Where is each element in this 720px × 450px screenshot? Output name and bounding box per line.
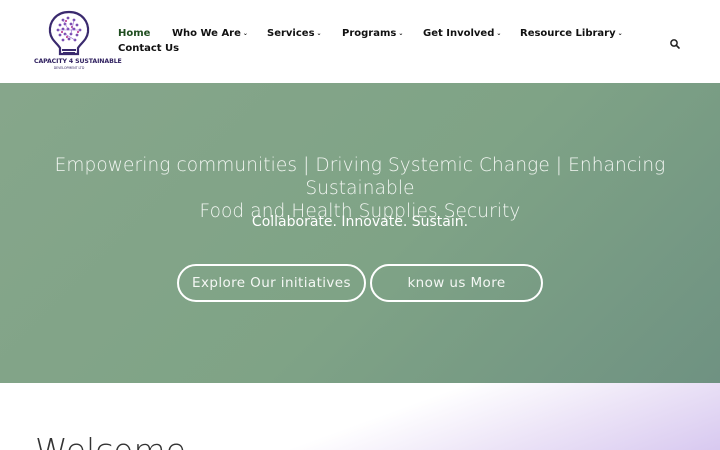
know-us-more-button[interactable]: know us More <box>370 264 543 302</box>
explore-initiatives-label: Explore Our initiatives <box>192 275 351 291</box>
search-icon <box>670 39 680 49</box>
nav-home-label: Home <box>118 28 151 39</box>
nav-contact-us-label: Contact Us <box>118 43 180 54</box>
nav-services-label: Services <box>267 28 315 39</box>
welcome-section: Welcome <box>0 383 720 450</box>
nav-services[interactable]: Services ⌄ <box>267 27 322 42</box>
nav-resource-library[interactable]: Resource Library ⌄ <box>520 27 623 42</box>
hero-heading: Empowering communities | Driving Systemi… <box>0 154 720 223</box>
nav-programs-label: Programs <box>342 28 397 39</box>
chevron-down-icon: ⌄ <box>242 30 248 37</box>
hero-heading-line-1: Empowering communities | Driving Systemi… <box>54 155 666 199</box>
nav-home[interactable]: Home <box>118 27 150 41</box>
nav-contact-us[interactable]: Contact Us <box>118 42 179 56</box>
site-logo[interactable]: CAPACITY 4 SUSTAINABLE DEVELOPMENT LTD <box>34 9 122 73</box>
logo-wordmark: CAPACITY 4 SUSTAINABLE <box>34 58 122 65</box>
welcome-heading: Welcome <box>35 431 186 450</box>
chevron-down-icon: ⌄ <box>496 30 502 37</box>
chevron-down-icon: ⌄ <box>617 30 623 37</box>
lightbulb-logo-icon <box>48 10 90 56</box>
explore-initiatives-button[interactable]: Explore Our initiatives <box>177 264 366 302</box>
know-us-more-label: know us More <box>407 275 506 291</box>
nav-get-involved[interactable]: Get Involved ⌄ <box>423 27 501 42</box>
nav-get-involved-label: Get Involved <box>423 28 495 39</box>
logo-tagline: DEVELOPMENT LTD <box>53 66 85 70</box>
hero-subtitle: Collaborate. Innovate. Sustain. <box>251 214 469 230</box>
site-header: CAPACITY 4 SUSTAINABLE DEVELOPMENT LTD H… <box>0 0 720 83</box>
nav-who-we-are[interactable]: Who We Are ⌄ <box>172 27 248 42</box>
nav-programs[interactable]: Programs ⌄ <box>342 27 403 42</box>
chevron-down-icon: ⌄ <box>316 30 322 37</box>
hero-banner: Empowering communities | Driving Systemi… <box>0 83 720 383</box>
nav-resource-library-label: Resource Library <box>520 28 616 39</box>
search-button[interactable] <box>669 35 681 49</box>
chevron-down-icon: ⌄ <box>398 30 404 37</box>
nav-who-we-are-label: Who We Are <box>172 28 241 39</box>
